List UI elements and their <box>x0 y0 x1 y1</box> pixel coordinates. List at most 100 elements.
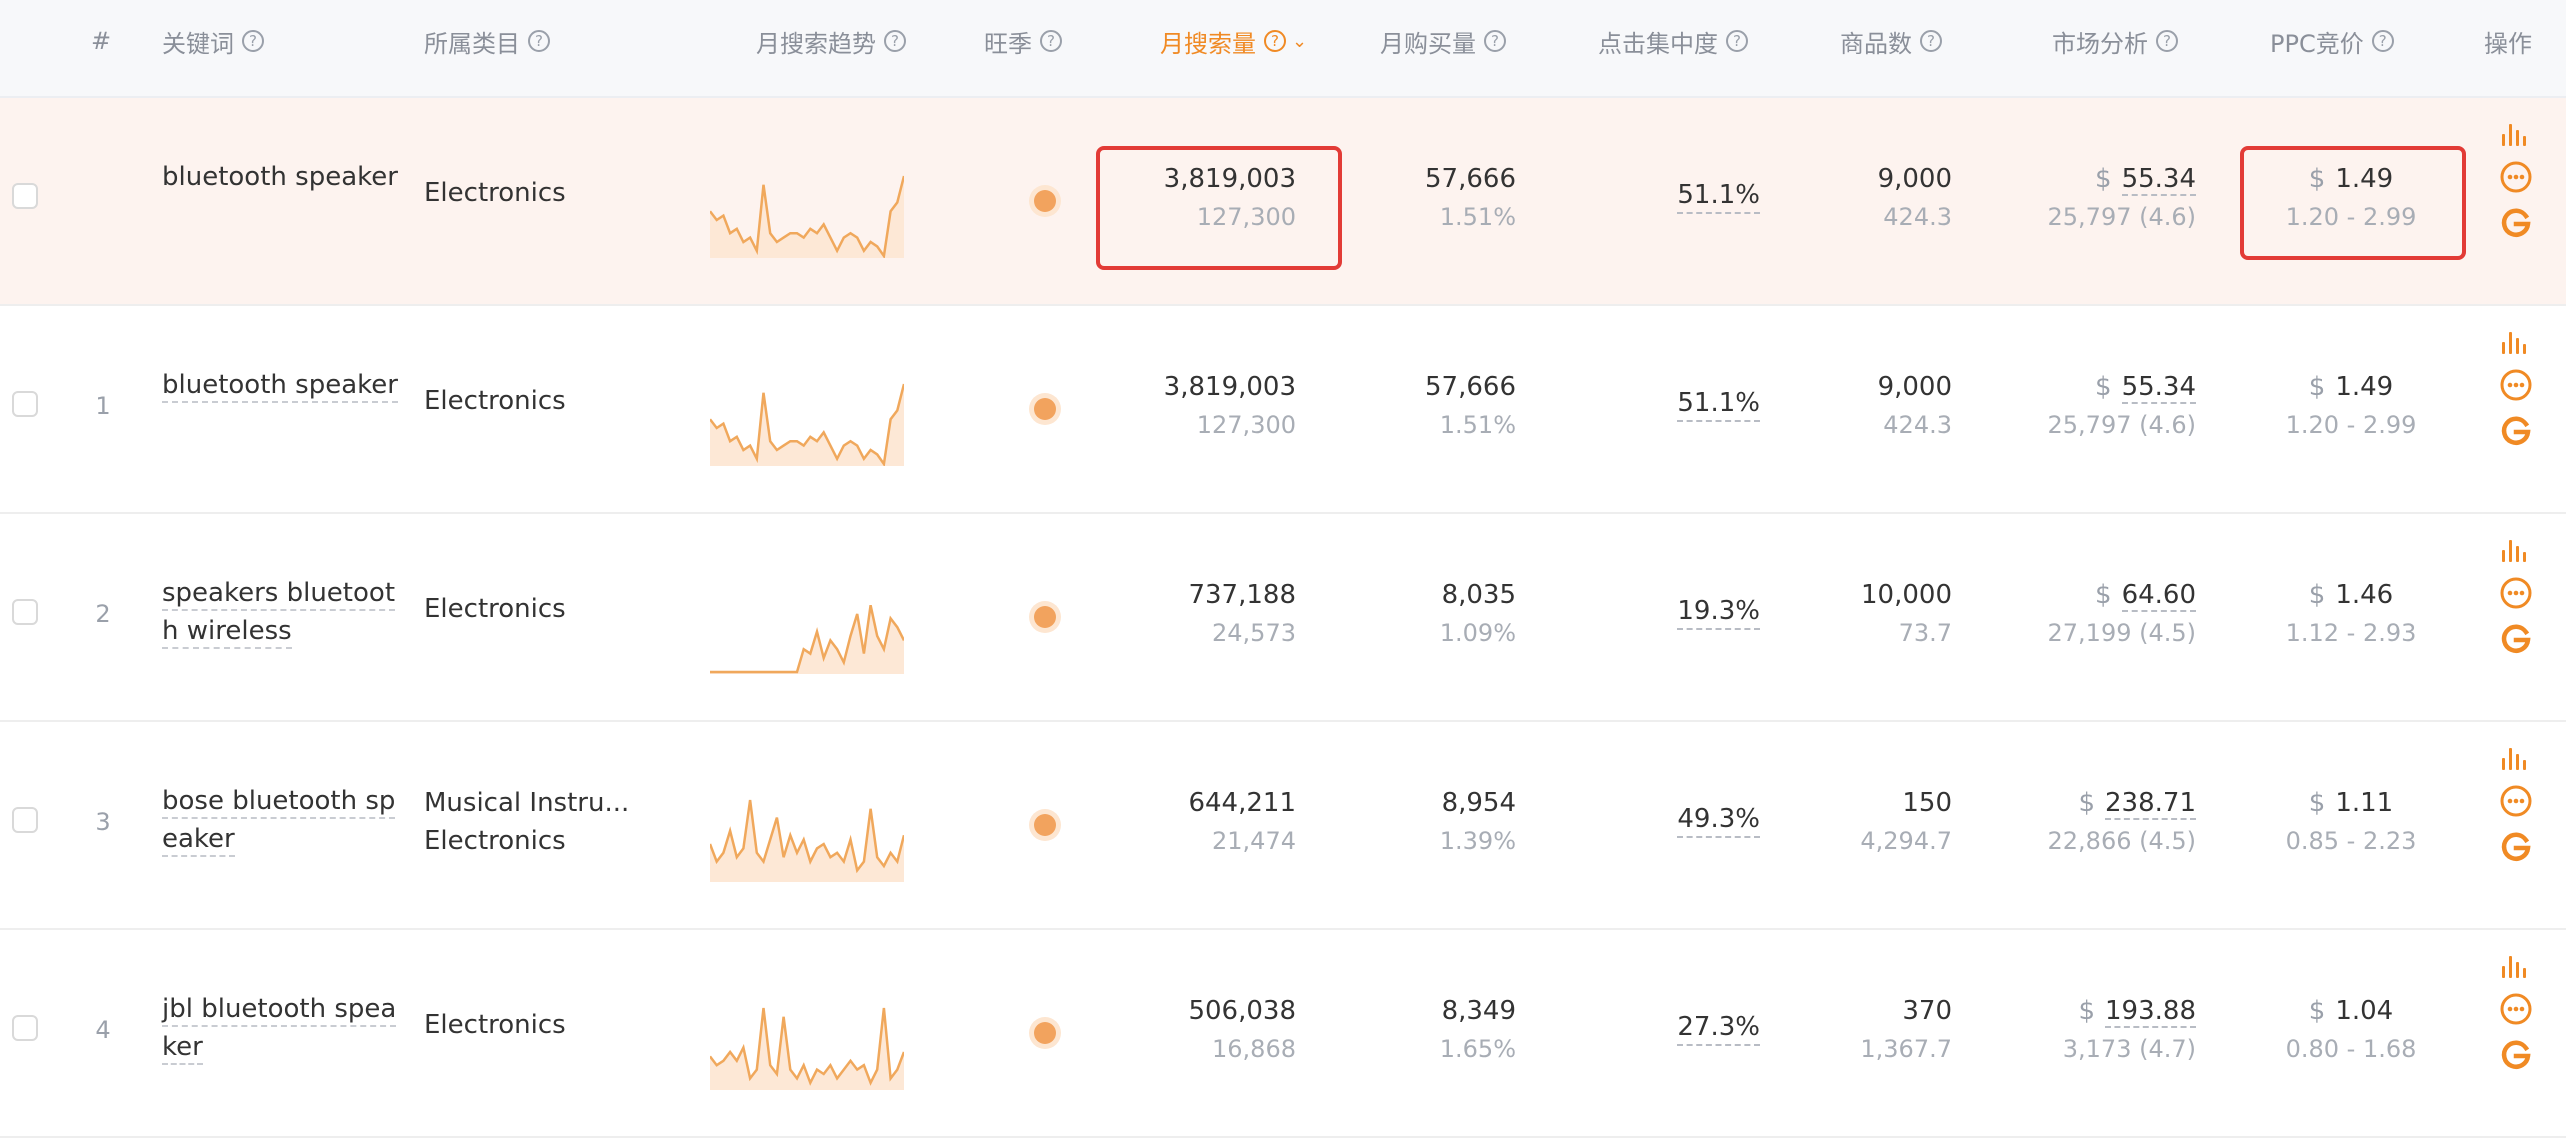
keyword-cell[interactable]: bose bluetooth speaker <box>162 782 402 858</box>
table-row[interactable]: 2 speakers bluetooth wireless Electronic… <box>0 514 2566 722</box>
more-icon[interactable] <box>2499 368 2533 402</box>
more-icon[interactable] <box>2499 992 2533 1026</box>
table-row[interactable]: 3 bose bluetooth speaker Musical Instru.… <box>0 722 2566 930</box>
google-icon[interactable] <box>2499 622 2533 656</box>
header-actions-label: 操作 <box>2484 29 2532 58</box>
trend-sparkline[interactable] <box>710 770 904 882</box>
trend-sparkline[interactable] <box>710 146 904 258</box>
row-checkbox[interactable] <box>12 599 38 625</box>
help-icon[interactable]: ? <box>1726 30 1748 52</box>
market-price-value[interactable]: 55.34 <box>2121 372 2196 404</box>
table-row[interactable]: 4 jbl bluetooth speaker Electronics 506,… <box>0 930 2566 1138</box>
bar-chart-icon[interactable] <box>2500 328 2532 356</box>
click-concentration-value[interactable]: 19.3% <box>1677 596 1760 630</box>
click-concentration-value[interactable]: 49.3% <box>1677 804 1760 838</box>
category-label[interactable]: Electronics <box>424 822 644 860</box>
row-index: 3 <box>95 808 111 836</box>
keyword-link[interactable]: bose bluetooth speaker <box>162 786 396 857</box>
market-price-value[interactable]: 64.60 <box>2121 580 2196 612</box>
help-icon[interactable]: ? <box>2371 30 2394 52</box>
trend-sparkline[interactable] <box>710 562 904 674</box>
peak-season-dot[interactable] <box>1034 606 1056 628</box>
click-concentration-cell[interactable]: 49.3% <box>1640 804 1760 838</box>
bar-chart-icon[interactable] <box>2500 744 2532 772</box>
peak-season-dot[interactable] <box>1034 398 1056 420</box>
help-icon[interactable]: ? <box>1264 30 1286 52</box>
keyword-link[interactable]: bluetooth speaker <box>162 370 398 403</box>
keyword-cell[interactable]: bluetooth speaker <box>162 366 402 404</box>
header-category[interactable]: 所属类目? <box>424 24 550 58</box>
row-checkbox[interactable] <box>12 807 38 833</box>
help-icon[interactable]: ? <box>242 30 264 52</box>
peak-season-dot[interactable] <box>1034 814 1056 836</box>
market-price-value[interactable]: 238.71 <box>2105 788 2196 820</box>
header-trend[interactable]: 月搜索趋势? <box>756 24 906 58</box>
header-click-concentration[interactable]: 点击集中度? <box>1598 24 1748 58</box>
keyword-cell[interactable]: bluetooth speaker <box>162 158 402 196</box>
daily-search-value: 21,474 <box>1212 827 1296 855</box>
click-concentration-cell[interactable]: 19.3% <box>1640 596 1760 630</box>
header-product-count[interactable]: 商品数? <box>1840 24 1942 58</box>
market-price-value[interactable]: 55.34 <box>2121 164 2196 196</box>
bar-chart-icon[interactable] <box>2500 120 2532 148</box>
monthly-search-value: 737,188 <box>1188 580 1296 610</box>
help-icon[interactable]: ? <box>1040 30 1062 52</box>
peak-season-dot[interactable] <box>1034 190 1056 212</box>
header-product-count-label: 商品数 <box>1840 29 1912 58</box>
trend-area <box>710 1008 904 1090</box>
google-icon[interactable] <box>2499 414 2533 448</box>
category-label[interactable]: Electronics <box>424 386 566 416</box>
market-analysis-cell[interactable]: $64.60 27,199 (4.5) <box>2040 576 2196 652</box>
header-market-analysis[interactable]: 市场分析? <box>2052 24 2178 58</box>
row-checkbox[interactable] <box>12 183 38 209</box>
help-icon[interactable]: ? <box>884 30 906 52</box>
click-concentration-value[interactable]: 51.1% <box>1677 180 1760 214</box>
header-ppc-bid[interactable]: PPC竞价? <box>2270 24 2394 58</box>
google-icon[interactable] <box>2499 206 2533 240</box>
peak-season-dot[interactable] <box>1034 1022 1056 1044</box>
category-label[interactable]: Electronics <box>424 1010 566 1040</box>
help-icon[interactable]: ? <box>528 30 550 52</box>
market-analysis-cell[interactable]: $55.34 25,797 (4.6) <box>2040 368 2196 444</box>
trend-sparkline[interactable] <box>710 978 904 1090</box>
more-icon[interactable] <box>2499 160 2533 194</box>
header-keyword[interactable]: 关键词? <box>162 24 264 58</box>
help-icon[interactable]: ? <box>1920 30 1942 52</box>
keyword-cell[interactable]: jbl bluetooth speaker <box>162 990 402 1066</box>
category-label[interactable]: Electronics <box>424 178 566 208</box>
market-analysis-cell[interactable]: $193.88 3,173 (4.7) <box>2040 992 2196 1068</box>
google-icon[interactable] <box>2499 830 2533 864</box>
click-concentration-cell[interactable]: 27.3% <box>1640 1012 1760 1046</box>
market-analysis-cell[interactable]: $55.34 25,797 (4.6) <box>2040 160 2196 236</box>
row-actions <box>2494 536 2538 668</box>
help-icon[interactable]: ? <box>1484 30 1506 52</box>
help-icon[interactable]: ? <box>2156 30 2178 52</box>
category-label[interactable]: Musical Instru... <box>424 784 644 822</box>
sort-desc-icon[interactable]: ⌄ <box>1292 31 1307 52</box>
more-icon[interactable] <box>2499 576 2533 610</box>
purchase-rate-value: 1.39% <box>1439 827 1516 855</box>
google-icon[interactable] <box>2499 1038 2533 1072</box>
more-icon[interactable] <box>2499 784 2533 818</box>
table-row[interactable]: 1 bluetooth speaker Electronics 3,819,00… <box>0 306 2566 514</box>
click-concentration-cell[interactable]: 51.1% <box>1640 180 1760 214</box>
row-checkbox[interactable] <box>12 1015 38 1041</box>
click-concentration-value[interactable]: 27.3% <box>1677 1012 1760 1046</box>
bar-chart-icon[interactable] <box>2500 536 2532 564</box>
bar-chart-icon[interactable] <box>2500 952 2532 980</box>
category-label[interactable]: Electronics <box>424 594 566 624</box>
row-checkbox[interactable] <box>12 391 38 417</box>
keyword-cell[interactable]: speakers bluetooth wireless <box>162 574 402 650</box>
keyword-link[interactable]: jbl bluetooth speaker <box>162 994 397 1065</box>
market-price-value[interactable]: 193.88 <box>2105 996 2196 1028</box>
click-concentration-value[interactable]: 51.1% <box>1677 388 1760 422</box>
category-cell: Electronics <box>424 386 644 416</box>
header-monthly-purchase[interactable]: 月购买量? <box>1380 24 1506 58</box>
header-monthly-search[interactable]: 月搜索量? ⌄ <box>1160 24 1307 58</box>
keyword-link[interactable]: bluetooth speaker <box>162 162 398 193</box>
header-season[interactable]: 旺季? <box>984 24 1062 58</box>
trend-sparkline[interactable] <box>710 354 904 466</box>
click-concentration-cell[interactable]: 51.1% <box>1640 388 1760 422</box>
market-analysis-cell[interactable]: $238.71 22,866 (4.5) <box>2040 784 2196 860</box>
keyword-link[interactable]: speakers bluetooth wireless <box>162 578 396 649</box>
